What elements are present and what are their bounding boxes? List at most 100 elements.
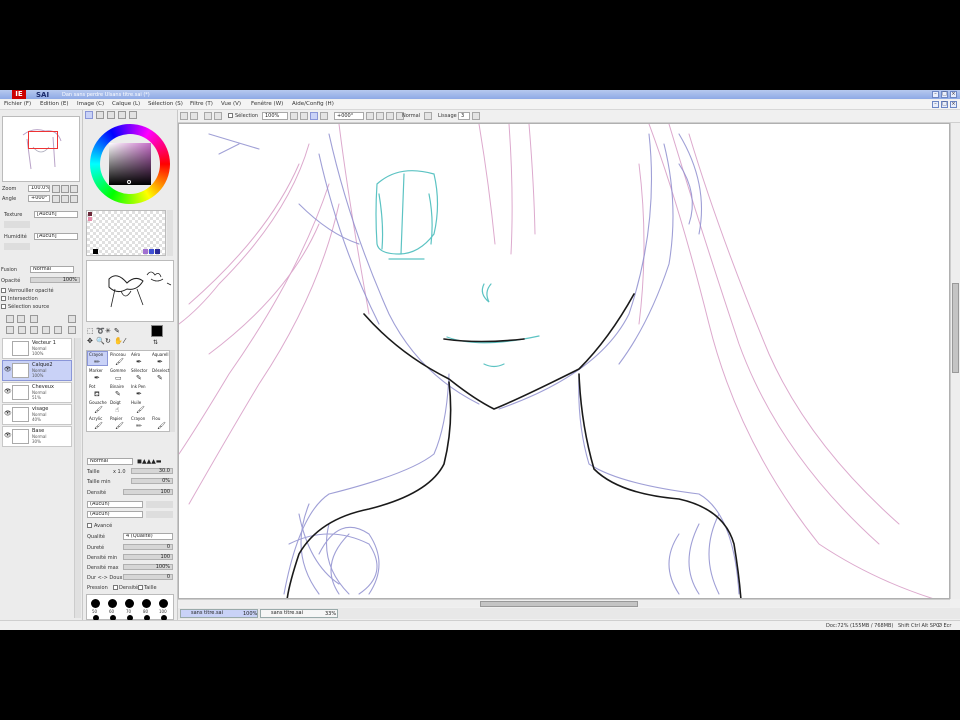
rotate-left-button[interactable] xyxy=(52,195,60,203)
taille-min-slider[interactable]: 0% xyxy=(131,478,173,484)
lissage-dropdown[interactable]: 3 xyxy=(458,112,470,120)
hsv-slider-tab-icon[interactable] xyxy=(107,111,115,119)
zoom-fit-icon[interactable] xyxy=(320,112,328,120)
color-wheel-tab-icon[interactable] xyxy=(85,111,93,119)
document-tab-active[interactable]: sans titre.sai 100% xyxy=(180,609,258,618)
vertical-scroll-thumb[interactable] xyxy=(952,283,959,373)
tool-aero[interactable]: Aéro ✒ xyxy=(129,351,150,366)
menu-calque[interactable]: Calque (L) xyxy=(112,101,140,107)
apply-mask-icon[interactable] xyxy=(68,315,76,323)
zoom-reset-button[interactable] xyxy=(70,185,78,193)
tool-crayon-2[interactable]: Crayon ✏ xyxy=(129,415,150,430)
menu-selection[interactable]: Sélection (S) xyxy=(148,101,183,107)
texture-select[interactable]: [Aucun] xyxy=(34,211,78,218)
eye-icon[interactable]: 👁 xyxy=(4,389,12,395)
maximize-button[interactable]: □ xyxy=(941,91,948,98)
tool-aquarell[interactable]: Aquarell ✒ xyxy=(150,351,171,366)
rotate-right-button[interactable] xyxy=(61,195,69,203)
tool-selector[interactable]: Sélector ✎ xyxy=(129,367,150,382)
close-button[interactable]: × xyxy=(950,91,957,98)
zoom-dropdown[interactable]: 100% xyxy=(262,112,288,120)
swatch[interactable] xyxy=(93,249,98,254)
layer-item[interactable]: 👁 Cheveux Normal 51% xyxy=(2,382,72,403)
menu-filtre[interactable]: Filtre (T) xyxy=(190,101,213,107)
menu-fichier[interactable]: Fichier (F) xyxy=(4,101,31,107)
brush-texture-select[interactable]: (Aucun) xyxy=(87,511,143,518)
rect-select-icon[interactable]: ⬚ xyxy=(87,327,94,335)
zoom-in-icon[interactable] xyxy=(300,112,308,120)
opacity-slider[interactable]: 100% xyxy=(30,277,80,283)
magic-wand-icon[interactable]: ✳ xyxy=(105,327,111,335)
doc-restore-button[interactable]: □ xyxy=(941,101,948,108)
layer-option-icon[interactable] xyxy=(68,326,76,334)
rotate-reset-icon[interactable] xyxy=(386,112,394,120)
rgb-slider-tab-icon[interactable] xyxy=(96,111,104,119)
swap-colors-icon[interactable]: ⇅ xyxy=(153,339,158,346)
scratchpad-tab-icon[interactable] xyxy=(129,111,137,119)
swatch[interactable] xyxy=(143,249,148,254)
rotate-ccw-icon[interactable] xyxy=(366,112,374,120)
tool-acrylic[interactable]: Acrylic 🖌 xyxy=(87,415,108,430)
durete-slider[interactable]: 0 xyxy=(123,544,173,550)
minimize-button[interactable]: – xyxy=(932,91,939,98)
rotate-icon[interactable]: ↻ xyxy=(105,337,111,345)
zoom-field[interactable]: 100.0% xyxy=(28,185,50,192)
new-folder-icon[interactable] xyxy=(30,315,38,323)
densite-slider[interactable]: 100 xyxy=(123,489,173,495)
move-icon[interactable]: ✥ xyxy=(87,337,93,345)
taille-slider[interactable]: 30.0 xyxy=(131,468,173,474)
dur-doux-slider[interactable]: 0 xyxy=(123,574,173,580)
canvas-vertical-scrollbar[interactable] xyxy=(950,123,960,599)
eye-icon[interactable]: 👁 xyxy=(4,367,12,373)
source-selection-checkbox[interactable] xyxy=(1,304,6,309)
copy-layer-icon[interactable] xyxy=(6,326,14,334)
brush-mode-select[interactable]: Normal xyxy=(87,458,133,465)
color-wheel[interactable] xyxy=(90,124,170,204)
stabilizer-icon[interactable] xyxy=(424,112,432,120)
brush-size-dot[interactable] xyxy=(125,599,134,608)
navigator-preview[interactable] xyxy=(2,116,80,182)
tool-crayon[interactable]: Crayon ✏ xyxy=(87,351,108,366)
undo-icon[interactable] xyxy=(180,112,188,120)
densite-max-slider[interactable]: 100% xyxy=(123,564,173,570)
drawing-canvas[interactable] xyxy=(178,123,950,599)
menu-aide-config[interactable]: Aide/Config (H) xyxy=(292,101,334,107)
tool-papier[interactable]: Papier 🖌 xyxy=(108,415,129,430)
brush-size-dot[interactable] xyxy=(159,599,168,608)
canvas-horizontal-scrollbar[interactable] xyxy=(178,599,950,607)
merge-visible-icon[interactable] xyxy=(30,326,38,334)
deselect-icon[interactable] xyxy=(204,112,212,120)
navigator-viewport-frame[interactable] xyxy=(28,131,58,149)
tool-gomme[interactable]: Gomme ▭ xyxy=(108,367,129,382)
horizontal-scroll-thumb[interactable] xyxy=(480,601,638,607)
tool-deselect[interactable]: Déselect ✎ xyxy=(150,367,171,382)
menu-image[interactable]: Image (C) xyxy=(77,101,104,107)
eye-icon[interactable]: 👁 xyxy=(4,433,12,439)
brush-size-dot[interactable] xyxy=(108,599,117,608)
layer-visibility-toggle[interactable] xyxy=(4,345,11,351)
swatch[interactable] xyxy=(149,249,154,254)
pression-densite-checkbox[interactable] xyxy=(113,585,118,590)
brush-shape-select[interactable]: (Aucun) xyxy=(87,501,143,508)
doc-close-button[interactable]: × xyxy=(950,101,957,108)
layer-item[interactable]: Vecteur 1 Normal 100% xyxy=(2,338,72,359)
new-layer-icon[interactable] xyxy=(6,315,14,323)
lissage-arrow-icon[interactable] xyxy=(472,112,480,120)
tool-gouache[interactable]: Gouache 🖌 xyxy=(87,399,108,414)
invert-selection-icon[interactable] xyxy=(214,112,222,120)
color-picker-cursor[interactable] xyxy=(127,180,131,184)
pression-taille-checkbox[interactable] xyxy=(138,585,143,590)
color-swatches-grid[interactable] xyxy=(86,210,166,256)
zoom-reset-icon[interactable] xyxy=(310,112,318,120)
rotate-cw-icon[interactable] xyxy=(376,112,384,120)
menu-vue[interactable]: Vue (V) xyxy=(221,101,241,107)
layers-scrollbar[interactable] xyxy=(74,338,81,618)
flip-button[interactable] xyxy=(70,195,78,203)
layer-item[interactable]: 👁 visage Normal 40% xyxy=(2,404,72,425)
tools-scrollbar[interactable] xyxy=(170,350,175,432)
intersection-checkbox[interactable] xyxy=(1,296,6,301)
swatches-scrollbar[interactable] xyxy=(167,210,173,256)
avance-checkbox[interactable] xyxy=(87,523,92,528)
clear-layer-icon[interactable] xyxy=(42,326,50,334)
redo-icon[interactable] xyxy=(190,112,198,120)
